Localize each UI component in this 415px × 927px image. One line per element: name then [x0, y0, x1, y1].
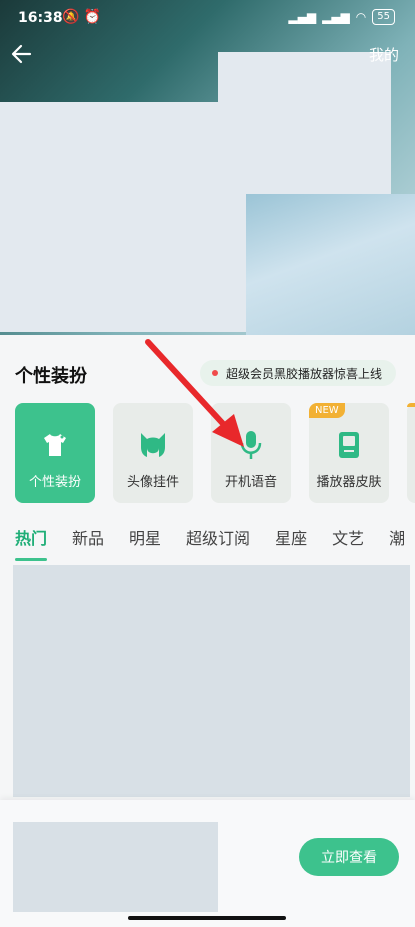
badge-partial [407, 403, 415, 407]
mine-link[interactable]: 我的 [369, 44, 399, 65]
category-avatar-pendant[interactable]: 头像挂件 [113, 403, 193, 503]
home-indicator[interactable] [128, 916, 286, 920]
bottom-card: 立即查看 [0, 800, 415, 927]
category-partial[interactable] [407, 403, 415, 503]
status-bar: 16:38 🔕⏰ ▂▄▆ ▂▄▆ ◠ 55 [0, 0, 415, 36]
hero-image [246, 194, 415, 335]
decoration-panel: 个性装扮 超级会员黑胶播放器惊喜上线 个性装扮 头像挂件 开机语音 NEW 播放… [0, 335, 415, 927]
category-label: 开机语音 [224, 475, 277, 490]
alarm-icon: ⏰ [83, 9, 105, 25]
tab-super-subscribe[interactable]: 超级订阅 [186, 525, 250, 551]
tab-new[interactable]: 新品 [72, 525, 104, 551]
mute-icon: 🔕 [62, 9, 84, 25]
status-icons-right: ▂▄▆ ▂▄▆ ◠ 55 [288, 9, 395, 25]
hero-image-placeholder [0, 102, 246, 332]
tab-arts[interactable]: 文艺 [332, 525, 364, 551]
cat-ears-icon [137, 429, 169, 461]
red-dot-icon [212, 370, 218, 376]
microphone-icon [235, 429, 267, 461]
back-arrow-icon[interactable] [8, 40, 36, 68]
category-label: 个性装扮 [28, 475, 81, 490]
category-label: 头像挂件 [126, 475, 179, 490]
content-banner[interactable] [13, 565, 410, 797]
category-row: 个性装扮 头像挂件 开机语音 NEW 播放器皮肤 [15, 403, 415, 503]
section-title: 个性装扮 [15, 366, 87, 387]
tab-trend[interactable]: 潮 [389, 525, 405, 551]
promo-text: 超级会员黑胶播放器惊喜上线 [226, 366, 383, 381]
tshirt-icon [39, 429, 71, 461]
status-time: 16:38 [18, 10, 63, 26]
promo-pill[interactable]: 超级会员黑胶播放器惊喜上线 [200, 360, 397, 386]
category-personal-dress[interactable]: 个性装扮 [15, 403, 95, 503]
item-thumbnail [13, 822, 218, 912]
tab-stars[interactable]: 明星 [129, 525, 161, 551]
category-label: 播放器皮肤 [316, 475, 382, 490]
category-boot-voice[interactable]: 开机语音 [211, 403, 291, 503]
category-player-skin[interactable]: NEW 播放器皮肤 [309, 403, 389, 503]
player-icon [333, 429, 365, 461]
view-now-button[interactable]: 立即查看 [299, 838, 399, 876]
signal-icon: ▂▄▆ [288, 10, 317, 24]
hero-banner: 16:38 🔕⏰ ▂▄▆ ▂▄▆ ◠ 55 我的 [0, 0, 415, 335]
tab-bar: 热门 新品 明星 超级订阅 星座 文艺 潮 [15, 525, 415, 561]
new-badge: NEW [309, 403, 345, 418]
hero-image-placeholder [218, 52, 391, 194]
status-icons-left: 🔕⏰ [62, 9, 105, 25]
signal-icon: ▂▄▆ [322, 10, 350, 24]
tab-hot[interactable]: 热门 [15, 525, 48, 561]
tab-zodiac[interactable]: 星座 [275, 525, 307, 551]
wifi-icon: ◠ [355, 10, 367, 24]
battery-icon: 55 [372, 9, 395, 25]
